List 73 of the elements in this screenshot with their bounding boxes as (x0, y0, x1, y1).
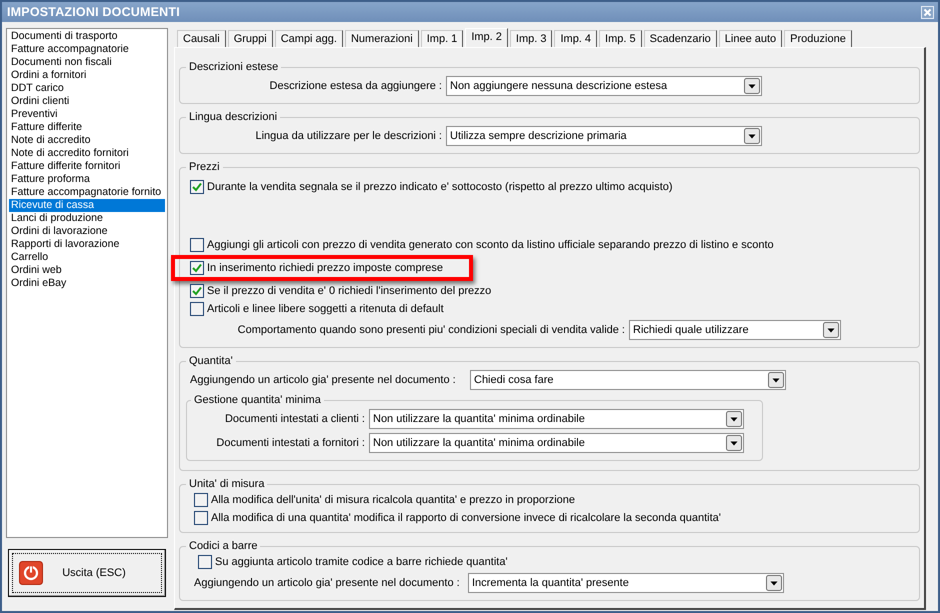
close-icon[interactable] (921, 6, 934, 18)
checkbox[interactable] (190, 302, 204, 316)
field-label: Aggiungendo un articolo gia' presente nel documento : (190, 372, 457, 388)
list-item[interactable]: Ordini eBay (9, 277, 165, 290)
tab[interactable]: Imp. 3 (510, 30, 552, 47)
group-title: Gestione quantita' minima (193, 394, 322, 407)
list-item[interactable]: Carrello (9, 251, 165, 264)
checkbox-label: Articoli e linee libere soggetti a ritenuta di default (207, 302, 444, 317)
power-icon (19, 561, 43, 585)
list-item[interactable]: Ordini di lavorazione (9, 225, 165, 238)
list-item[interactable]: Ricevute di cassa (9, 199, 165, 212)
field-label: Comportamento quando sono presenti piu' condizioni speciali di vendita valide : (236, 322, 626, 338)
checkbox-label: Aggiungi gli articoli con prezzo di vendita generato con sconto da listino ufficiale separando prezzo di listino e sconto (207, 238, 774, 253)
checkbox-label: In inserimento richiedi prezzo imposte comprese (207, 260, 443, 276)
list-item[interactable]: Rapporti di lavorazione (9, 238, 165, 251)
group-title: Quantita' (188, 355, 234, 368)
list-item[interactable]: Ordini clienti (9, 95, 165, 108)
checkbox-label: Se il prezzo di vendita e' 0 richiedi l'inserimento del prezzo (207, 284, 492, 299)
tab[interactable]: Numerazioni (344, 30, 419, 47)
checkbox[interactable] (190, 284, 204, 298)
dropdown[interactable]: Non utilizzare la quantita' minima ordinabile (369, 409, 744, 429)
tab[interactable]: Imp. 4 (554, 30, 598, 47)
tab[interactable]: Linee auto (718, 30, 782, 47)
list-item[interactable]: Documenti non fiscali (9, 56, 165, 69)
group-title: Descrizioni estese (188, 61, 280, 74)
list-item[interactable]: Lanci di produzione (9, 212, 165, 225)
dropdown[interactable]: Richiedi quale utilizzare (629, 320, 841, 340)
checkbox-label: Alla modifica dell'unita' di misura ricalcola quantita' e prezzo in proporzione (211, 492, 575, 508)
group-title: Unita' di misura (188, 478, 266, 491)
group-title: Prezzi (188, 161, 221, 174)
field-label: Lingua da utilizzare per le descrizioni : (254, 128, 443, 144)
list-item[interactable]: Preventivi (9, 108, 165, 121)
list-item[interactable]: DDT carico (9, 82, 165, 95)
list-item[interactable]: Note di accredito (9, 134, 165, 147)
dropdown[interactable]: Utilizza sempre descrizione primaria (446, 126, 762, 146)
tab[interactable]: Imp. 2 (465, 28, 508, 47)
tab[interactable]: Imp. 5 (599, 30, 642, 47)
list-item[interactable]: Ordini web (9, 264, 165, 277)
tab[interactable]: Imp. 1 (420, 30, 464, 47)
list-item[interactable]: Fatture differite fornitori (9, 160, 165, 173)
list-item[interactable]: Note di accredito fornitori (9, 147, 165, 160)
field-label: Documenti intestati a clienti : (224, 412, 366, 427)
field-label: Documenti intestati a fornitori : (215, 436, 366, 451)
checkbox-label: Durante la vendita segnala se il prezzo indicato e' sottocosto (rispetto al prezzo ultimo acquisto) (207, 180, 673, 195)
group-title: Codici a barre (188, 540, 258, 553)
dropdown[interactable]: Chiedi cosa fare (470, 370, 786, 390)
checkbox[interactable] (190, 180, 204, 194)
checkbox[interactable] (198, 555, 212, 569)
list-item[interactable]: Documenti di trasporto (9, 30, 165, 43)
tab[interactable]: Causali (177, 30, 226, 47)
tab[interactable]: Gruppi (228, 30, 273, 47)
field-label: Aggiungendo un articolo gia' presente nel documento : (193, 576, 461, 591)
dropdown[interactable]: Non utilizzare la quantita' minima ordinabile (369, 433, 744, 453)
list-item[interactable]: Fatture proforma (9, 173, 165, 186)
checkbox[interactable] (190, 238, 204, 252)
list-item[interactable]: Fatture differite (9, 121, 165, 134)
tab[interactable]: Scadenzario (644, 30, 717, 47)
tab[interactable]: Produzione (784, 30, 852, 47)
window-title: IMPOSTAZIONI DOCUMENTI (7, 4, 180, 21)
checkbox[interactable] (194, 511, 208, 525)
checkbox[interactable] (194, 493, 208, 507)
list-item[interactable]: Ordini a fornitori (9, 69, 165, 82)
field-label: Descrizione estesa da aggiungere : (268, 78, 443, 94)
list-item[interactable]: Fatture accompagnatorie (9, 43, 165, 56)
tab[interactable]: Campi agg. (274, 30, 343, 47)
checkbox[interactable] (190, 261, 204, 275)
list-item[interactable]: Fatture accompagnatorie fornito (9, 186, 165, 199)
group-title: Lingua descrizioni (188, 111, 278, 124)
exit-button[interactable]: Uscita (ESC) (8, 549, 166, 597)
checkbox-label: Su aggiunta articolo tramite codice a barre richiede quantita' (215, 554, 508, 570)
dropdown[interactable]: Incrementa la quantita' presente (468, 573, 784, 593)
checkbox-label: Alla modifica di una quantita' modifica il rapporto di conversione invece di ricalcolare la seconda quantita' (211, 510, 721, 526)
dropdown[interactable]: Non aggiungere nessuna descrizione estesa (446, 76, 762, 96)
